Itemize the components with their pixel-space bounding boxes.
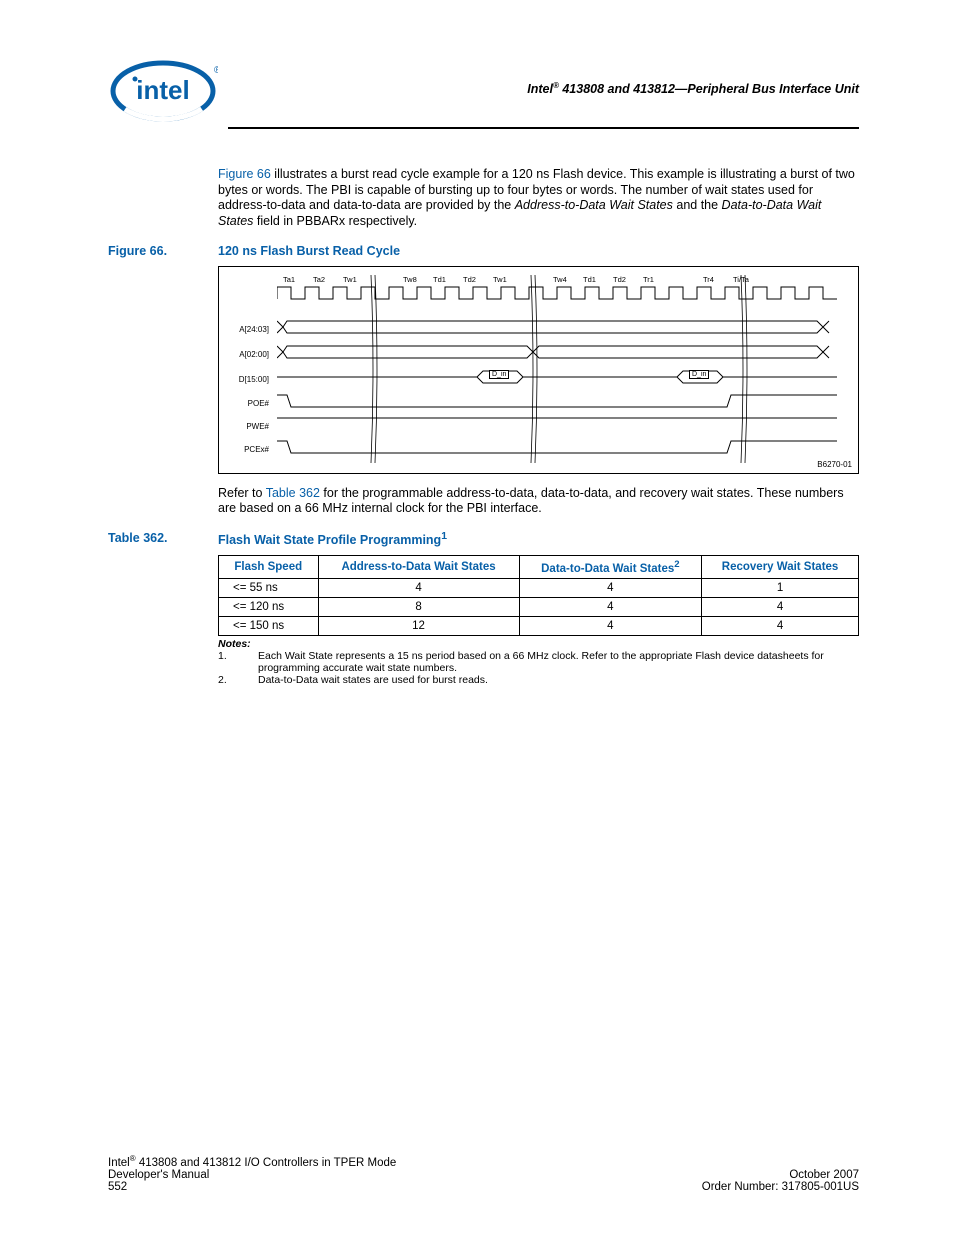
data-in-label: D_in <box>689 370 709 379</box>
break-mark <box>739 275 749 463</box>
table-362-title: Flash Wait State Profile Programming1 <box>218 531 447 547</box>
table-362-link[interactable]: Table 362 <box>266 486 320 500</box>
th-addr-to-data: Address-to-Data Wait States <box>318 555 519 578</box>
cell-addr: 12 <box>318 616 519 635</box>
th-flash-speed: Flash Speed <box>219 555 319 578</box>
page-footer: Intel® 413808 and 413812 I/O Controllers… <box>108 1154 859 1193</box>
cell-rec: 1 <box>702 578 859 597</box>
table-362-label: Table 362. <box>108 531 218 547</box>
th-data-to-data: Data-to-Data Wait States2 <box>519 555 702 578</box>
note-2: 2. Data-to-Data wait states are used for… <box>218 674 859 686</box>
signal-label: A[02:00] <box>223 350 269 359</box>
figure-66-caption: Figure 66. 120 ns Flash Burst Read Cycle <box>108 244 859 258</box>
cell-data: 4 <box>519 578 702 597</box>
figure-66-title: 120 ns Flash Burst Read Cycle <box>218 244 400 258</box>
footer-order-number: Order Number: 317805-001US <box>702 1181 859 1193</box>
cell-rec: 4 <box>702 616 859 635</box>
break-mark <box>369 275 379 463</box>
table-row: <= 120 ns 8 4 4 <box>219 597 859 616</box>
figure-66-label: Figure 66. <box>108 244 218 258</box>
paragraph-2: Refer to Table 362 for the programmable … <box>218 486 859 517</box>
footer-date: October 2007 <box>702 1169 859 1181</box>
diagram-id: B6270-01 <box>817 460 852 469</box>
cell-data: 4 <box>519 616 702 635</box>
footer-line-1: Intel® 413808 and 413812 I/O Controllers… <box>108 1154 859 1169</box>
cell-data: 4 <box>519 597 702 616</box>
signal-label: A[24:03] <box>223 325 269 334</box>
cell-rec: 4 <box>702 597 859 616</box>
signal-label: PCEx# <box>223 445 269 454</box>
paragraph-1: Figure 66 illustrates a burst read cycle… <box>218 167 859 230</box>
signal-line <box>277 416 837 432</box>
cell-speed: <= 55 ns <box>219 578 319 597</box>
page-header: intel ® Intel® 413808 and 413812—Periphe… <box>108 55 859 123</box>
signal-bus <box>277 344 837 360</box>
table-362-caption: Table 362. Flash Wait State Profile Prog… <box>108 531 859 547</box>
table-row: <= 150 ns 12 4 4 <box>219 616 859 635</box>
figure-66-link[interactable]: Figure 66 <box>218 167 271 181</box>
cell-speed: <= 150 ns <box>219 616 319 635</box>
signal-label: POE# <box>223 399 269 408</box>
notes-heading: Notes: <box>218 638 859 650</box>
intel-logo: intel ® <box>108 55 218 123</box>
timing-diagram: Ta1 Ta2 Tw1 Tw8 Td1 Td2 Tw1 Tw4 Td1 Td2 … <box>218 266 859 474</box>
cell-addr: 8 <box>318 597 519 616</box>
th-recovery: Recovery Wait States <box>702 555 859 578</box>
signal-bus <box>277 369 837 385</box>
signal-label: D[15:00] <box>223 375 269 384</box>
header-title: Intel® 413808 and 413812—Peripheral Bus … <box>218 81 859 96</box>
note-1: 1. Each Wait State represents a 15 ns pe… <box>218 650 859 674</box>
header-rule <box>228 127 859 129</box>
cell-speed: <= 120 ns <box>219 597 319 616</box>
signal-label: PWE# <box>223 422 269 431</box>
svg-text:intel: intel <box>136 75 189 105</box>
signal-line <box>277 439 837 455</box>
clock-waveform <box>277 285 837 301</box>
signal-bus <box>277 319 837 335</box>
signal-line <box>277 393 837 409</box>
table-header-row: Flash Speed Address-to-Data Wait States … <box>219 555 859 578</box>
data-in-label: D_in <box>489 370 509 379</box>
break-mark <box>529 275 539 463</box>
wait-state-table: Flash Speed Address-to-Data Wait States … <box>218 555 859 636</box>
svg-text:®: ® <box>214 65 218 76</box>
table-notes: Notes: 1. Each Wait State represents a 1… <box>218 638 859 686</box>
cell-addr: 4 <box>318 578 519 597</box>
table-row: <= 55 ns 4 4 1 <box>219 578 859 597</box>
